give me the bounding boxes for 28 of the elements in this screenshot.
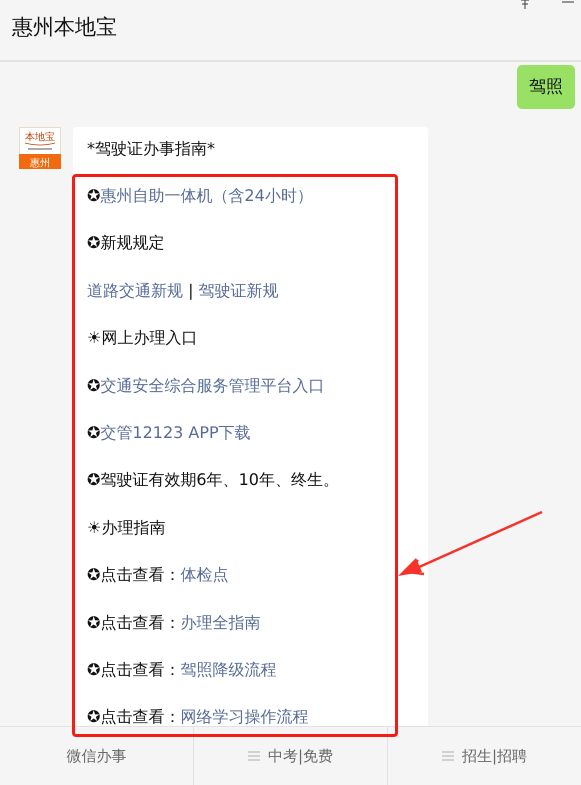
link[interactable]: 交通安全综合服务管理平台入口	[100, 376, 324, 395]
minimize-icon[interactable]	[562, 0, 574, 4]
link[interactable]: 交管12123 APP下载	[100, 422, 251, 442]
sent-message: 驾照	[517, 65, 575, 109]
menu-icon	[248, 751, 260, 761]
window-title: 惠州本地宝	[12, 14, 117, 41]
link[interactable]: 网络学习操作流程	[180, 707, 308, 726]
message-line: ✪新规规定	[87, 232, 166, 254]
message-line: ✪惠州自助一体机（含24小时）	[87, 185, 314, 207]
message-title: *驾驶证办事指南*	[87, 138, 216, 160]
link[interactable]: 惠州自助一体机（含24小时）	[100, 186, 313, 205]
message-line: ✪点击查看：办理全指南	[87, 612, 262, 634]
menu-icon	[442, 751, 454, 761]
link[interactable]: 办理全指南	[180, 612, 260, 632]
message-line: ✪点击查看：网络学习操作流程	[87, 706, 310, 726]
link[interactable]: 驾驶证新规	[198, 280, 279, 300]
link[interactable]: 驾照降级流程	[180, 660, 276, 679]
link[interactable]: 体检点	[180, 565, 228, 584]
pin-icon[interactable]	[518, 0, 532, 10]
link[interactable]: 道路交通新规	[87, 280, 183, 300]
message-line: ✪交通安全综合服务管理平台入口	[87, 374, 326, 397]
message-line: ✪交管12123 APP下载	[87, 422, 252, 444]
message-line: ☀办理指南	[87, 516, 166, 539]
logo-avatar: 本地宝 惠州	[19, 127, 61, 169]
message-line: ✪点击查看：驾照降级流程	[87, 658, 278, 681]
message-line: ✪驾驶证有效期6年、10年、终生。	[87, 469, 340, 492]
message-line: 道路交通新规 | 驾驶证新规	[87, 280, 280, 302]
message-line: ☀网上办理入口	[87, 327, 198, 350]
